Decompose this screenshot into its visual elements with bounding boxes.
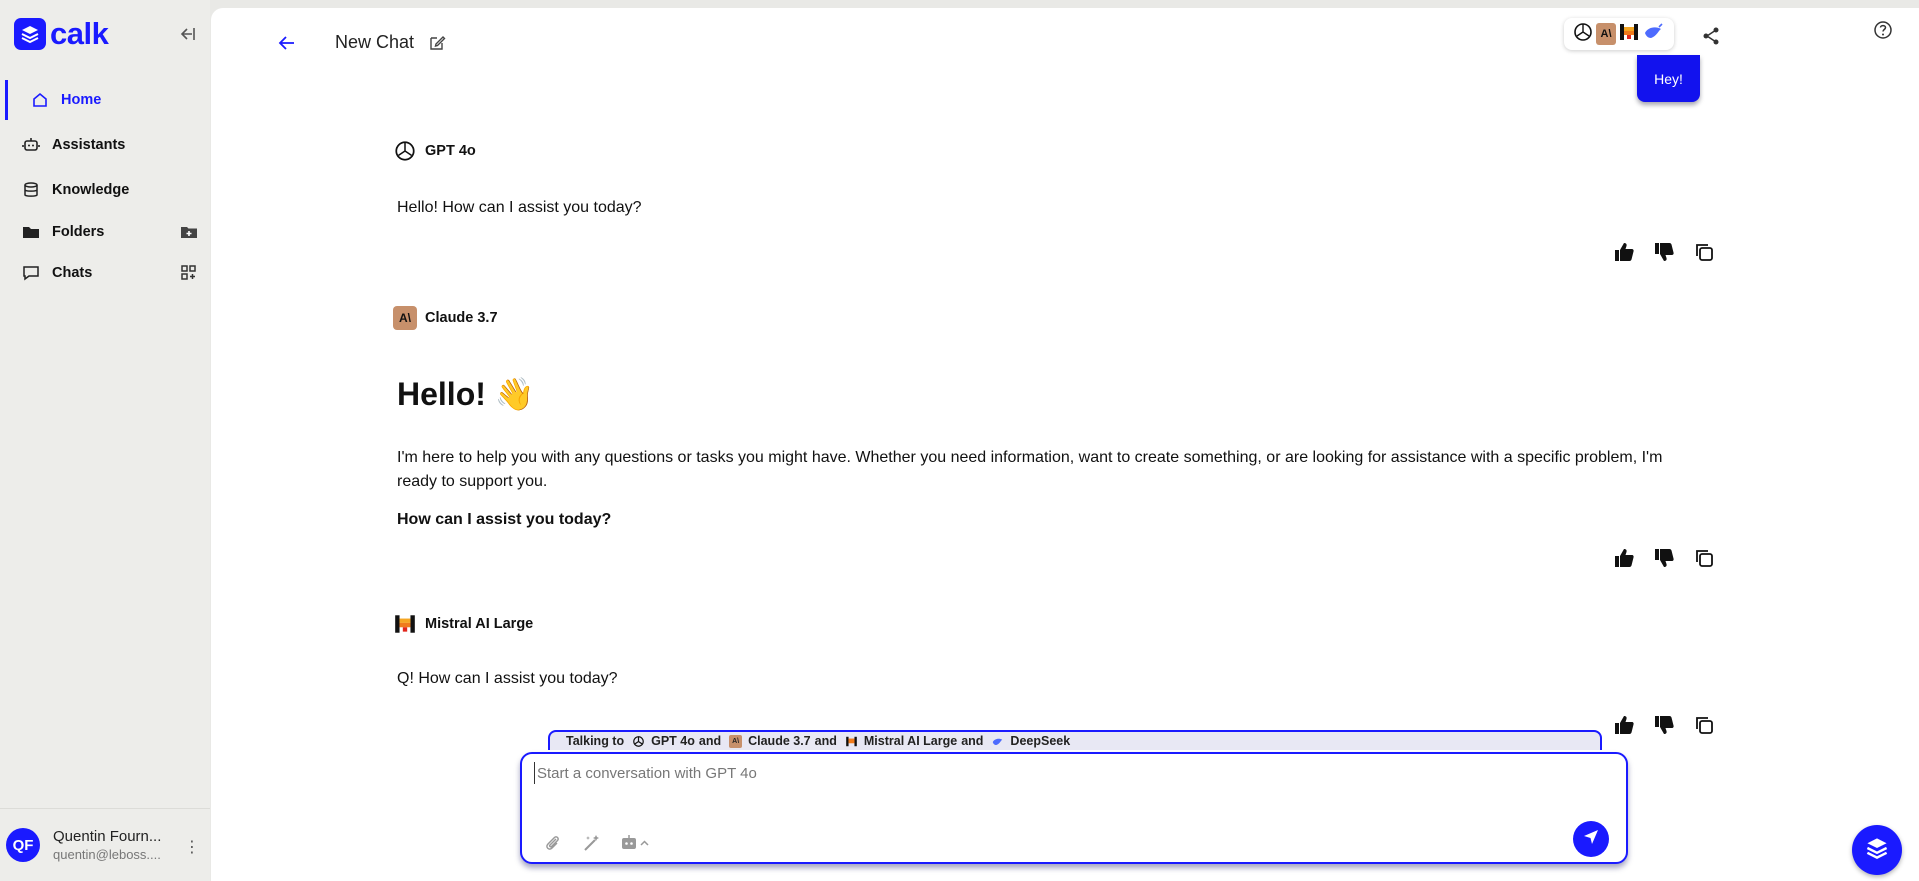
share-icon[interactable] xyxy=(1701,26,1721,46)
talking-joiner: and xyxy=(961,734,984,748)
thumbs-up-icon[interactable] xyxy=(1611,712,1637,738)
sidebar-item-home[interactable]: Home xyxy=(5,80,205,120)
sidebar-item-label: Assistants xyxy=(52,137,126,153)
openai-icon xyxy=(1572,21,1594,48)
home-icon xyxy=(31,91,49,109)
deepseek-icon xyxy=(991,735,1004,748)
claude-bold-question: How can I assist you today? xyxy=(397,511,612,528)
claude-paragraph-line-1: I'm here to help you with any questions … xyxy=(397,449,1663,466)
talking-joiner: and xyxy=(814,734,837,748)
grid-add-icon[interactable] xyxy=(181,265,197,281)
copy-icon[interactable] xyxy=(1691,239,1717,265)
send-icon xyxy=(1582,828,1600,851)
sidebar-item-label: Knowledge xyxy=(52,182,130,198)
claude-message-actions xyxy=(1611,545,1717,571)
mistral-message-text: Q! How can I assist you today? xyxy=(397,670,618,687)
sidebar-item-assistants[interactable]: Assistants xyxy=(5,125,205,165)
thumbs-up-icon[interactable] xyxy=(1611,545,1637,571)
gpt-message-text: Hello! How can I assist you today? xyxy=(397,199,642,216)
layers-icon xyxy=(1865,836,1889,865)
brand-name: calk xyxy=(50,16,109,51)
talking-model: DeepSeek xyxy=(1010,734,1071,748)
openai-icon xyxy=(632,735,645,748)
edit-title-icon[interactable] xyxy=(429,34,446,51)
send-button[interactable] xyxy=(1573,821,1609,857)
talking-to-bar: Talking to GPT 4o and A\ Claude 3.7 and … xyxy=(548,730,1602,750)
calk-assistant-button[interactable] xyxy=(1852,825,1902,875)
deepseek-icon xyxy=(1642,21,1664,48)
copy-icon[interactable] xyxy=(1691,545,1717,571)
talking-model: Mistral AI Large xyxy=(863,734,958,748)
talking-model: GPT 4o xyxy=(651,734,695,748)
model-name: GPT 4o xyxy=(425,143,476,159)
model-name: Claude 3.7 xyxy=(425,310,498,326)
anthropic-icon: A\ xyxy=(1596,23,1616,45)
claude-paragraph-line-2: ready to support you. xyxy=(397,473,548,490)
gpt-message-actions xyxy=(1611,239,1717,265)
thumbs-up-icon[interactable] xyxy=(1611,239,1637,265)
thumbs-down-icon[interactable] xyxy=(1651,712,1677,738)
talking-model: Claude 3.7 xyxy=(748,734,811,748)
claude-message-header: A\ Claude 3.7 xyxy=(393,306,498,330)
more-vertical-icon[interactable]: ⋮ xyxy=(184,837,200,857)
model-selector[interactable]: A\ xyxy=(1564,18,1674,50)
mistral-message-header: Mistral AI Large xyxy=(393,612,533,636)
page-title: New Chat xyxy=(335,32,415,52)
sidebar-item-folders[interactable]: Folders xyxy=(5,212,205,252)
sidebar-item-label: Folders xyxy=(52,224,105,240)
anthropic-icon: A\ xyxy=(729,734,743,748)
attachment-icon[interactable] xyxy=(542,832,564,854)
sidebar-item-label: Home xyxy=(61,92,102,108)
mistral-icon xyxy=(393,612,417,636)
thumbs-down-icon[interactable] xyxy=(1651,545,1677,571)
chat-panel: New Chat A\ Hey! GPT 4o Hello! How can I… xyxy=(211,8,1919,881)
add-folder-icon[interactable] xyxy=(181,224,197,240)
gpt-message-header: GPT 4o xyxy=(393,139,476,163)
sidebar-item-chats[interactable]: Chats xyxy=(5,253,205,293)
sidebar-item-knowledge[interactable]: Knowledge xyxy=(5,170,205,210)
database-icon xyxy=(22,181,40,199)
magic-wand-icon[interactable] xyxy=(581,832,603,854)
mistral-icon xyxy=(845,735,858,748)
sidebar: calk Home Assistants Knowledge Folders C… xyxy=(0,0,210,881)
mistral-icon xyxy=(1618,21,1640,48)
avatar: QF xyxy=(6,828,40,862)
copy-icon[interactable] xyxy=(1691,712,1717,738)
assistant-picker-icon[interactable] xyxy=(620,832,654,854)
message-composer xyxy=(520,752,1628,864)
sidebar-item-label: Chats xyxy=(52,265,93,281)
model-name: Mistral AI Large xyxy=(425,616,534,632)
talking-prefix: Talking to xyxy=(566,734,625,748)
user-email: quentin@leboss.... xyxy=(53,847,161,862)
robot-icon xyxy=(22,136,40,154)
openai-icon xyxy=(393,139,417,163)
claude-heading: Hello! 👋 xyxy=(397,376,535,412)
mistral-message-actions xyxy=(1611,712,1717,738)
chat-icon xyxy=(22,264,40,282)
calk-logo-icon xyxy=(14,18,46,50)
collapse-sidebar-icon[interactable] xyxy=(176,24,196,44)
user-profile[interactable]: QF Quentin Fourn... quentin@leboss.... ⋮ xyxy=(0,808,210,881)
user-name: Quentin Fourn... xyxy=(53,828,162,845)
user-message-bubble: Hey! xyxy=(1637,55,1700,102)
help-icon[interactable] xyxy=(1873,20,1893,40)
logo[interactable]: calk xyxy=(14,16,109,52)
anthropic-icon: A\ xyxy=(393,306,417,330)
folder-icon xyxy=(22,223,40,241)
back-arrow-icon[interactable] xyxy=(277,33,297,53)
talking-joiner: and xyxy=(698,734,722,748)
message-input[interactable] xyxy=(534,762,1534,784)
thumbs-down-icon[interactable] xyxy=(1651,239,1677,265)
